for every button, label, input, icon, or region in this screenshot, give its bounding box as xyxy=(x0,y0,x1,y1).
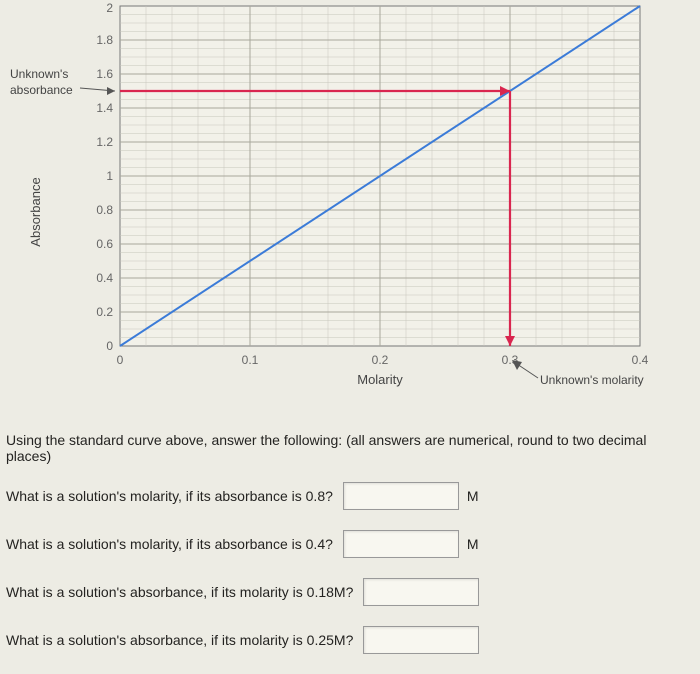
svg-text:0: 0 xyxy=(117,353,124,367)
question-row-3: What is a solution's absorbance, if its … xyxy=(6,578,694,606)
chart-svg: 0 0.2 0.4 0.6 0.8 1 1.2 1.4 1.6 1.8 2 0 … xyxy=(0,0,700,420)
svg-text:1.4: 1.4 xyxy=(96,101,113,115)
svg-text:0.8: 0.8 xyxy=(96,203,113,217)
x-tick-labels: 0 0.1 0.2 0.3 0.4 xyxy=(117,353,649,367)
svg-text:2: 2 xyxy=(106,1,113,15)
question-2-input[interactable] xyxy=(343,530,459,558)
question-2-text: What is a solution's molarity, if its ab… xyxy=(6,536,333,552)
y-axis-label: Absorbance xyxy=(28,177,43,246)
svg-text:absorbance: absorbance xyxy=(10,83,73,97)
question-4-input[interactable] xyxy=(363,626,479,654)
svg-text:0.4: 0.4 xyxy=(96,271,113,285)
unknown-molarity-annotation: Unknown's molarity xyxy=(512,360,644,387)
svg-text:0.1: 0.1 xyxy=(242,353,259,367)
svg-text:1.8: 1.8 xyxy=(96,33,113,47)
svg-text:Unknown's: Unknown's xyxy=(10,67,68,81)
svg-text:0: 0 xyxy=(106,339,113,353)
questions-block: Using the standard curve above, answer t… xyxy=(6,432,694,674)
plot-area xyxy=(120,6,640,346)
chart-container: 0 0.2 0.4 0.6 0.8 1 1.2 1.4 1.6 1.8 2 0 … xyxy=(0,0,700,420)
y-tick-labels: 0 0.2 0.4 0.6 0.8 1 1.2 1.4 1.6 1.8 2 xyxy=(96,1,113,353)
question-1-input[interactable] xyxy=(343,482,459,510)
svg-text:1: 1 xyxy=(106,169,113,183)
svg-text:0.4: 0.4 xyxy=(632,353,649,367)
instructions-text: Using the standard curve above, answer t… xyxy=(6,432,694,464)
svg-text:Unknown's molarity: Unknown's molarity xyxy=(540,373,644,387)
svg-text:1.2: 1.2 xyxy=(96,135,113,149)
question-3-text: What is a solution's absorbance, if its … xyxy=(6,584,353,600)
question-1-text: What is a solution's molarity, if its ab… xyxy=(6,488,333,504)
question-3-input[interactable] xyxy=(363,578,479,606)
question-2-unit: M xyxy=(467,536,479,552)
svg-text:1.6: 1.6 xyxy=(96,67,113,81)
svg-text:0.2: 0.2 xyxy=(96,305,113,319)
question-4-text: What is a solution's absorbance, if its … xyxy=(6,632,353,648)
question-row-2: What is a solution's molarity, if its ab… xyxy=(6,530,694,558)
question-1-unit: M xyxy=(467,488,479,504)
question-row-1: What is a solution's molarity, if its ab… xyxy=(6,482,694,510)
svg-text:0.6: 0.6 xyxy=(96,237,113,251)
x-axis-label: Molarity xyxy=(357,372,403,387)
svg-text:0.2: 0.2 xyxy=(372,353,389,367)
question-row-4: What is a solution's absorbance, if its … xyxy=(6,626,694,654)
